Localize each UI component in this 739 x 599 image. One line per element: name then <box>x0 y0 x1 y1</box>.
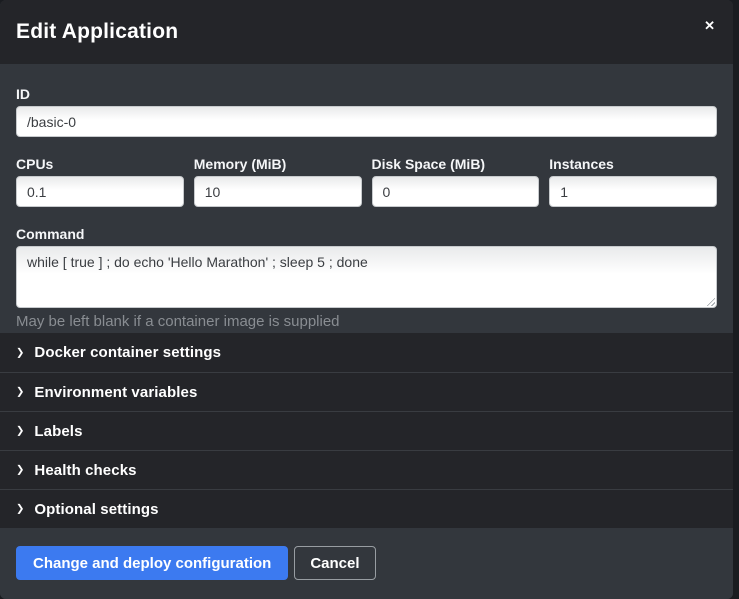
command-label: Command <box>16 226 717 243</box>
section-health-checks[interactable]: ❯ Health checks <box>0 450 733 489</box>
section-labels[interactable]: ❯ Labels <box>0 411 733 450</box>
section-label: Health checks <box>34 462 136 479</box>
instances-input[interactable] <box>549 176 717 207</box>
modal-title: Edit Application <box>16 20 178 44</box>
disk-label: Disk Space (MiB) <box>372 156 540 173</box>
chevron-right-icon: ❯ <box>16 427 24 437</box>
section-docker-container-settings[interactable]: ❯ Docker container settings <box>0 333 733 372</box>
chevron-right-icon: ❯ <box>16 348 24 358</box>
memory-field-group: Memory (MiB) <box>194 156 362 207</box>
memory-label: Memory (MiB) <box>194 156 362 173</box>
id-field-group: ID <box>16 86 717 137</box>
chevron-right-icon: ❯ <box>16 466 24 476</box>
modal-header: Edit Application ✕ <box>0 0 733 64</box>
edit-application-modal: Edit Application ✕ ID CPUs Memory (MiB) … <box>0 0 733 599</box>
disk-field-group: Disk Space (MiB) <box>372 156 540 207</box>
chevron-right-icon: ❯ <box>16 505 24 515</box>
command-helper-text: May be left blank if a container image i… <box>16 313 717 330</box>
command-field-group: Command while [ true ] ; do echo 'Hello … <box>16 226 717 330</box>
section-environment-variables[interactable]: ❯ Environment variables <box>0 372 733 411</box>
section-label: Labels <box>34 423 82 440</box>
instances-field-group: Instances <box>549 156 717 207</box>
section-label: Environment variables <box>34 384 197 401</box>
cpus-field-group: CPUs <box>16 156 184 207</box>
section-label: Docker container settings <box>34 344 221 361</box>
command-textarea-wrap: while [ true ] ; do echo 'Hello Marathon… <box>16 246 717 308</box>
section-label: Optional settings <box>34 501 158 518</box>
disk-input[interactable] <box>372 176 540 207</box>
instances-label: Instances <box>549 156 717 173</box>
cpus-label: CPUs <box>16 156 184 173</box>
resources-row: CPUs Memory (MiB) Disk Space (MiB) Insta… <box>16 156 717 207</box>
change-and-deploy-button[interactable]: Change and deploy configuration <box>16 546 288 580</box>
memory-input[interactable] <box>194 176 362 207</box>
id-input[interactable] <box>16 106 717 137</box>
collapsible-sections: ❯ Docker container settings ❯ Environmen… <box>0 333 733 528</box>
command-textarea[interactable]: while [ true ] ; do echo 'Hello Marathon… <box>16 246 717 308</box>
cancel-button[interactable]: Cancel <box>294 546 375 580</box>
chevron-right-icon: ❯ <box>16 388 24 398</box>
id-label: ID <box>16 86 717 103</box>
modal-footer: Change and deploy configuration Cancel <box>0 528 733 599</box>
edit-application-form: ID CPUs Memory (MiB) Disk Space (MiB) In… <box>0 64 733 333</box>
cpus-input[interactable] <box>16 176 184 207</box>
close-icon[interactable]: ✕ <box>698 14 721 38</box>
section-optional-settings[interactable]: ❯ Optional settings <box>0 489 733 528</box>
